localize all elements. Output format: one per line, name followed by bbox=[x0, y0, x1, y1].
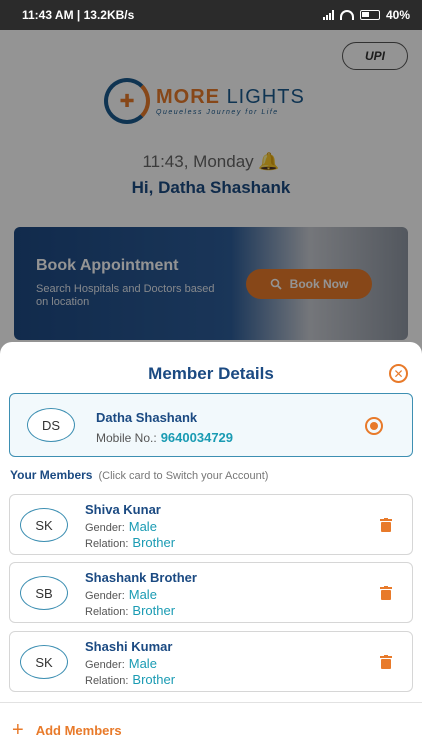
member-gender: Gender: Male bbox=[85, 519, 157, 534]
divider bbox=[0, 702, 422, 703]
avatar: DS bbox=[27, 408, 75, 442]
plus-icon: + bbox=[12, 719, 24, 741]
member-name: Shashi Kumar bbox=[85, 639, 173, 654]
member-card[interactable]: SK Shiva Kunar Gender: Male Relation: Brot… bbox=[9, 494, 413, 555]
primary-member-card[interactable]: DS Datha Shashank Mobile No.: 9640034729 bbox=[9, 393, 413, 457]
member-relation: Relation: Brother bbox=[85, 672, 176, 687]
battery-icon bbox=[359, 10, 380, 20]
status-time: 11:43 AM | 13.2KB/s bbox=[22, 8, 135, 22]
member-card[interactable]: SB Shashank Brother Gender: Male Relation… bbox=[9, 562, 413, 623]
delete-icon[interactable] bbox=[380, 586, 392, 600]
selected-radio-icon[interactable] bbox=[365, 417, 383, 435]
add-members-button[interactable]: + Add Members bbox=[12, 720, 122, 740]
members-heading: Your Members (Click card to Switch your A… bbox=[10, 468, 269, 482]
primary-member-name: Datha Shashank bbox=[96, 410, 198, 425]
add-members-label: Add Members bbox=[35, 722, 122, 738]
sheet-title: Member Details bbox=[148, 364, 274, 383]
battery-percent: 40% bbox=[385, 8, 410, 22]
members-hint: (Click card to Switch your Account) bbox=[98, 470, 269, 482]
member-card[interactable]: SK Shashi Kumar Gender: Male Relation: Bro… bbox=[9, 631, 413, 692]
delete-icon[interactable] bbox=[380, 655, 392, 669]
close-icon[interactable]: ✕ bbox=[389, 364, 408, 383]
avatar: SB bbox=[20, 576, 68, 610]
member-relation: Relation: Brother bbox=[85, 603, 176, 618]
avatar: SK bbox=[20, 508, 68, 542]
member-details-sheet: Member Details ✕ DS Datha Shashank Mobil… bbox=[0, 342, 422, 750]
wifi-icon bbox=[339, 10, 354, 20]
delete-icon[interactable] bbox=[380, 518, 392, 532]
member-name: Shashank Brother bbox=[85, 570, 197, 585]
member-gender: Gender: Male bbox=[85, 656, 157, 671]
member-name: Shiva Kunar bbox=[85, 502, 161, 517]
member-relation: Relation: Brother bbox=[85, 535, 176, 550]
status-bar: 11:43 AM | 13.2KB/s 40% bbox=[0, 0, 422, 30]
signal-icon bbox=[322, 10, 334, 20]
avatar: SK bbox=[20, 645, 68, 679]
primary-member-mobile: Mobile No.: 9640034729 bbox=[96, 430, 234, 445]
member-gender: Gender: Male bbox=[85, 587, 157, 602]
